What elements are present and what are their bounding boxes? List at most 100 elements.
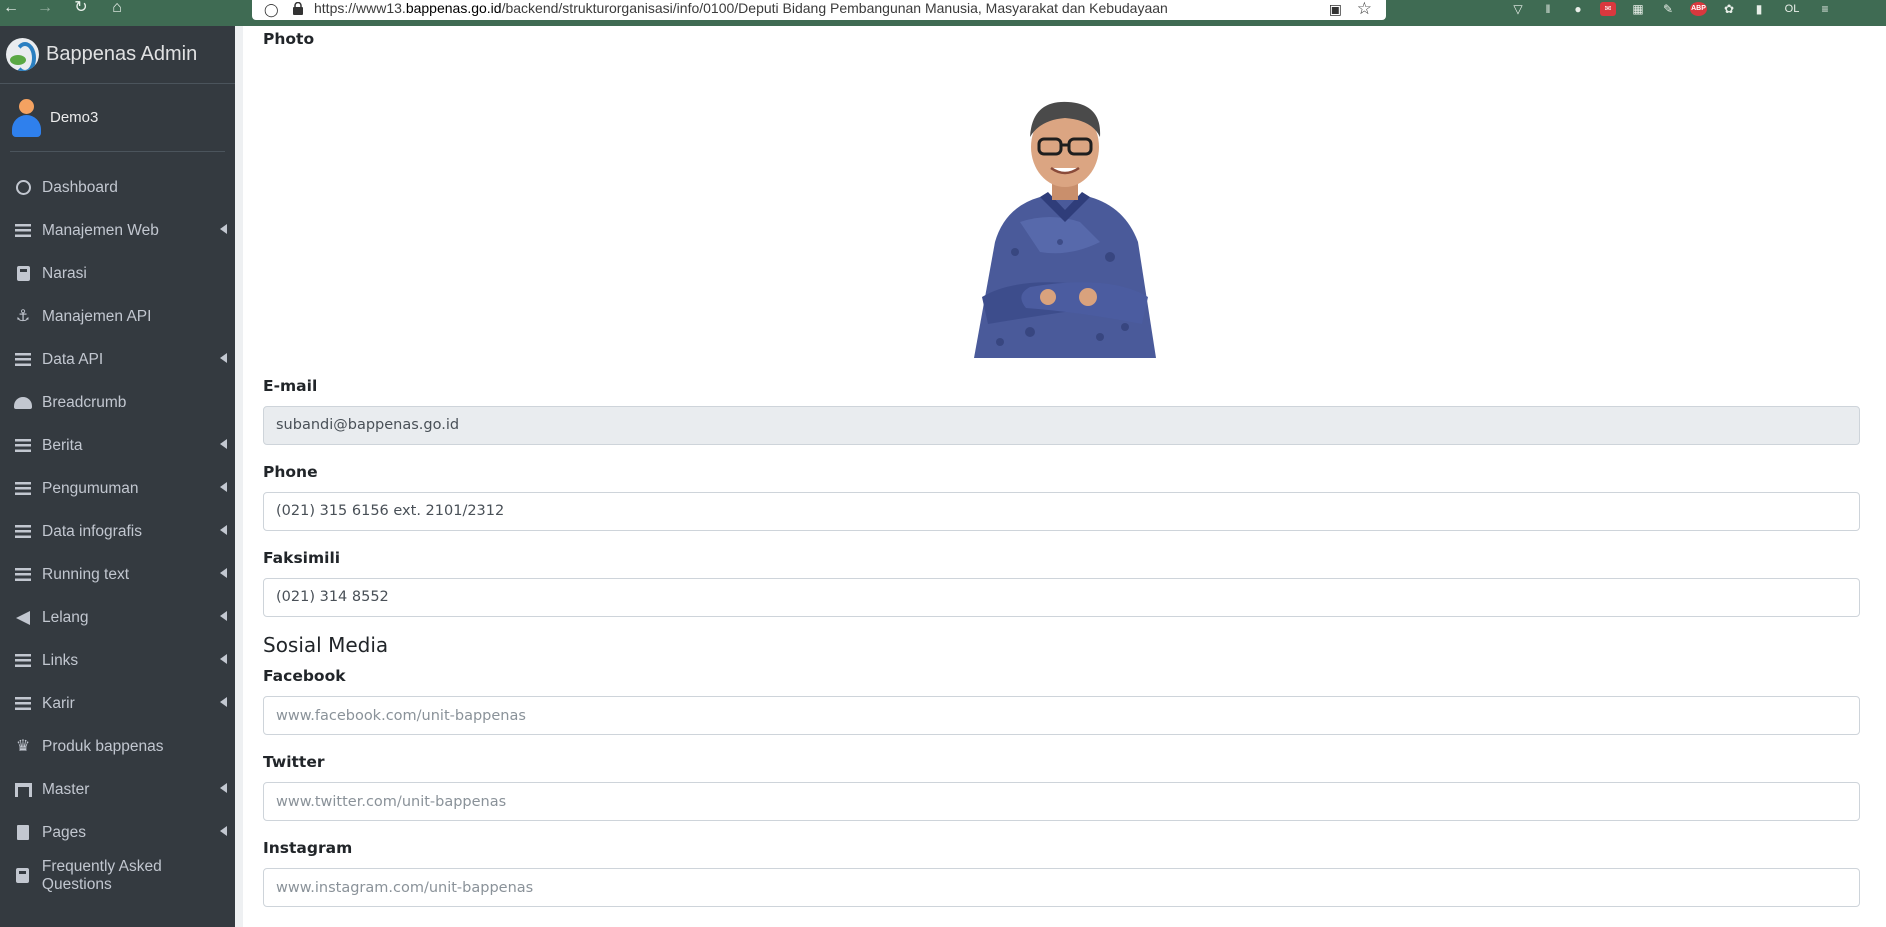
list-icon [14,223,32,239]
photo-label: Photo [263,30,315,48]
sidebar-item-label: Pengumuman [42,479,139,497]
sidebar-item-label: Data API [42,350,104,368]
phone-field[interactable]: (021) 315 6156 ext. 2101/2312 [263,492,1860,531]
sidebar: Bappenas Admin Demo3 Dashboard Manajemen… [0,26,235,927]
chevron-left-icon [220,654,227,664]
sidebar-item-faq[interactable]: Frequently Asked Questions [0,854,235,897]
sidebar-item-label: Karir [42,694,75,712]
facebook-label: Facebook [263,667,346,685]
chevron-left-icon [220,697,227,707]
sidebar-item-pengumuman[interactable]: Pengumuman [0,467,235,510]
list-icon [14,653,32,669]
form-content: Photo E-mail subandi@bappenas.go.id Phon… [243,26,1886,927]
sidebar-item-label: Manajemen API [42,307,152,325]
sidebar-item-dashboard[interactable]: Dashboard [0,166,235,209]
clipboard-icon[interactable]: ▮ [1751,2,1767,16]
sidebar-item-pages[interactable]: Pages [0,811,235,854]
sidebar-item-berita[interactable]: Berita [0,424,235,467]
chevron-left-icon [220,224,227,234]
sidebar-item-produk-bappenas[interactable]: ♛ Produk bappenas [0,725,235,768]
sidebar-item-label: Pages [42,823,86,841]
pocket-icon[interactable]: ▽ [1510,2,1526,16]
sidebar-item-label: Links [42,651,79,669]
chevron-left-icon [220,525,227,535]
sidebar-item-label: Manajemen Web [42,221,159,239]
user-panel[interactable]: Demo3 [10,84,225,152]
sidebar-item-master[interactable]: Master [0,768,235,811]
browser-toolbar: ← → ↻ ⌂ ◯ https://www13.bappenas.go.id/b… [0,0,1886,26]
reload-icon[interactable]: ↻ [70,0,92,18]
content-gutter [235,26,243,927]
pen-icon[interactable]: ✎ [1660,2,1676,16]
sidebar-item-label: Produk bappenas [42,737,164,755]
screenshot-icon[interactable]: ▦ [1630,2,1646,16]
menu-icon[interactable]: ≡ [1817,2,1833,16]
shield-icon[interactable]: ◯ [264,2,279,18]
palette-icon[interactable]: ✿ [1721,2,1737,16]
sidebar-item-lelang[interactable]: Lelang [0,596,235,639]
sidebar-item-running-text[interactable]: Running text [0,553,235,596]
adblock-icon[interactable]: ABP [1690,2,1707,16]
brand-title: Bappenas Admin [46,43,198,65]
facebook-input[interactable] [263,696,1860,735]
circle-icon [14,180,32,196]
profile-photo [974,101,1156,358]
sidebar-item-manajemen-web[interactable]: Manajemen Web [0,209,235,252]
chevron-left-icon [220,568,227,578]
sidebar-item-label: Lelang [42,608,89,626]
instagram-input[interactable] [263,868,1860,907]
sidebar-item-narasi[interactable]: Narasi [0,252,235,295]
brand-link[interactable]: Bappenas Admin [0,26,235,84]
lock-icon[interactable] [292,2,304,15]
sidebar-item-label: Master [42,780,90,798]
megaphone-icon [14,610,32,626]
sidebar-item-breadcrumb[interactable]: Breadcrumb [0,381,235,424]
sidebar-item-label: Frequently Asked Questions [41,857,162,893]
anchor-icon: ⚓ [15,307,31,325]
chevron-left-icon [220,439,227,449]
list-icon [14,481,32,497]
twitter-label: Twitter [263,753,325,771]
list-icon [14,696,32,712]
list-icon [14,352,32,368]
forward-icon[interactable]: → [34,0,56,18]
sidebar-item-label: Dashboard [42,178,118,196]
home-icon[interactable]: ⌂ [106,0,128,18]
user-name[interactable]: Demo3 [50,109,98,126]
sidebar-item-label: Data infografis [42,522,142,540]
fax-field[interactable]: (021) 314 8552 [263,578,1860,617]
bappenas-logo-icon [6,38,39,71]
sidebar-item-label: Berita [42,436,83,454]
chevron-left-icon [220,783,227,793]
sidebar-item-karir[interactable]: Karir [0,682,235,725]
mail-extension-icon[interactable]: ✉ [1600,2,1616,16]
archway-icon [14,782,32,798]
chevron-left-icon [220,826,227,836]
url-text[interactable]: https://www13.bappenas.go.id/backend/str… [314,0,1168,16]
list-icon [14,524,32,540]
phone-label: Phone [263,463,318,481]
sidebar-item-manajemen-api[interactable]: ⚓ Manajemen API [0,295,235,338]
back-icon[interactable]: ← [0,0,22,18]
reader-view-icon[interactable]: ▣ [1329,1,1342,18]
sidebar-menu: Dashboard Manajemen Web Narasi ⚓ Manajem… [0,166,235,897]
library-icon[interactable]: ‖ [1540,2,1556,16]
sidebar-item-label: Narasi [42,264,87,282]
book-icon [14,266,32,282]
ol-extension-icon[interactable]: OL [1781,2,1803,16]
chevron-left-icon [220,482,227,492]
user-avatar-icon [10,98,42,137]
sidebar-item-links[interactable]: Links [0,639,235,682]
sidebar-item-data-infografis[interactable]: Data infografis [0,510,235,553]
graduation-cap-icon [14,395,32,411]
email-field[interactable]: subandi@bappenas.go.id [263,406,1860,445]
address-bar[interactable]: ◯ https://www13.bappenas.go.id/backend/s… [252,0,1386,20]
sidebar-item-data-api[interactable]: Data API [0,338,235,381]
bookmark-star-icon[interactable]: ☆ [1357,0,1372,19]
twitter-input[interactable] [263,782,1860,821]
extension-icon[interactable]: ● [1570,2,1586,16]
crown-icon: ♛ [15,737,31,755]
list-icon [14,567,32,583]
social-media-heading: Sosial Media [263,633,389,657]
file-code-icon [14,825,32,841]
